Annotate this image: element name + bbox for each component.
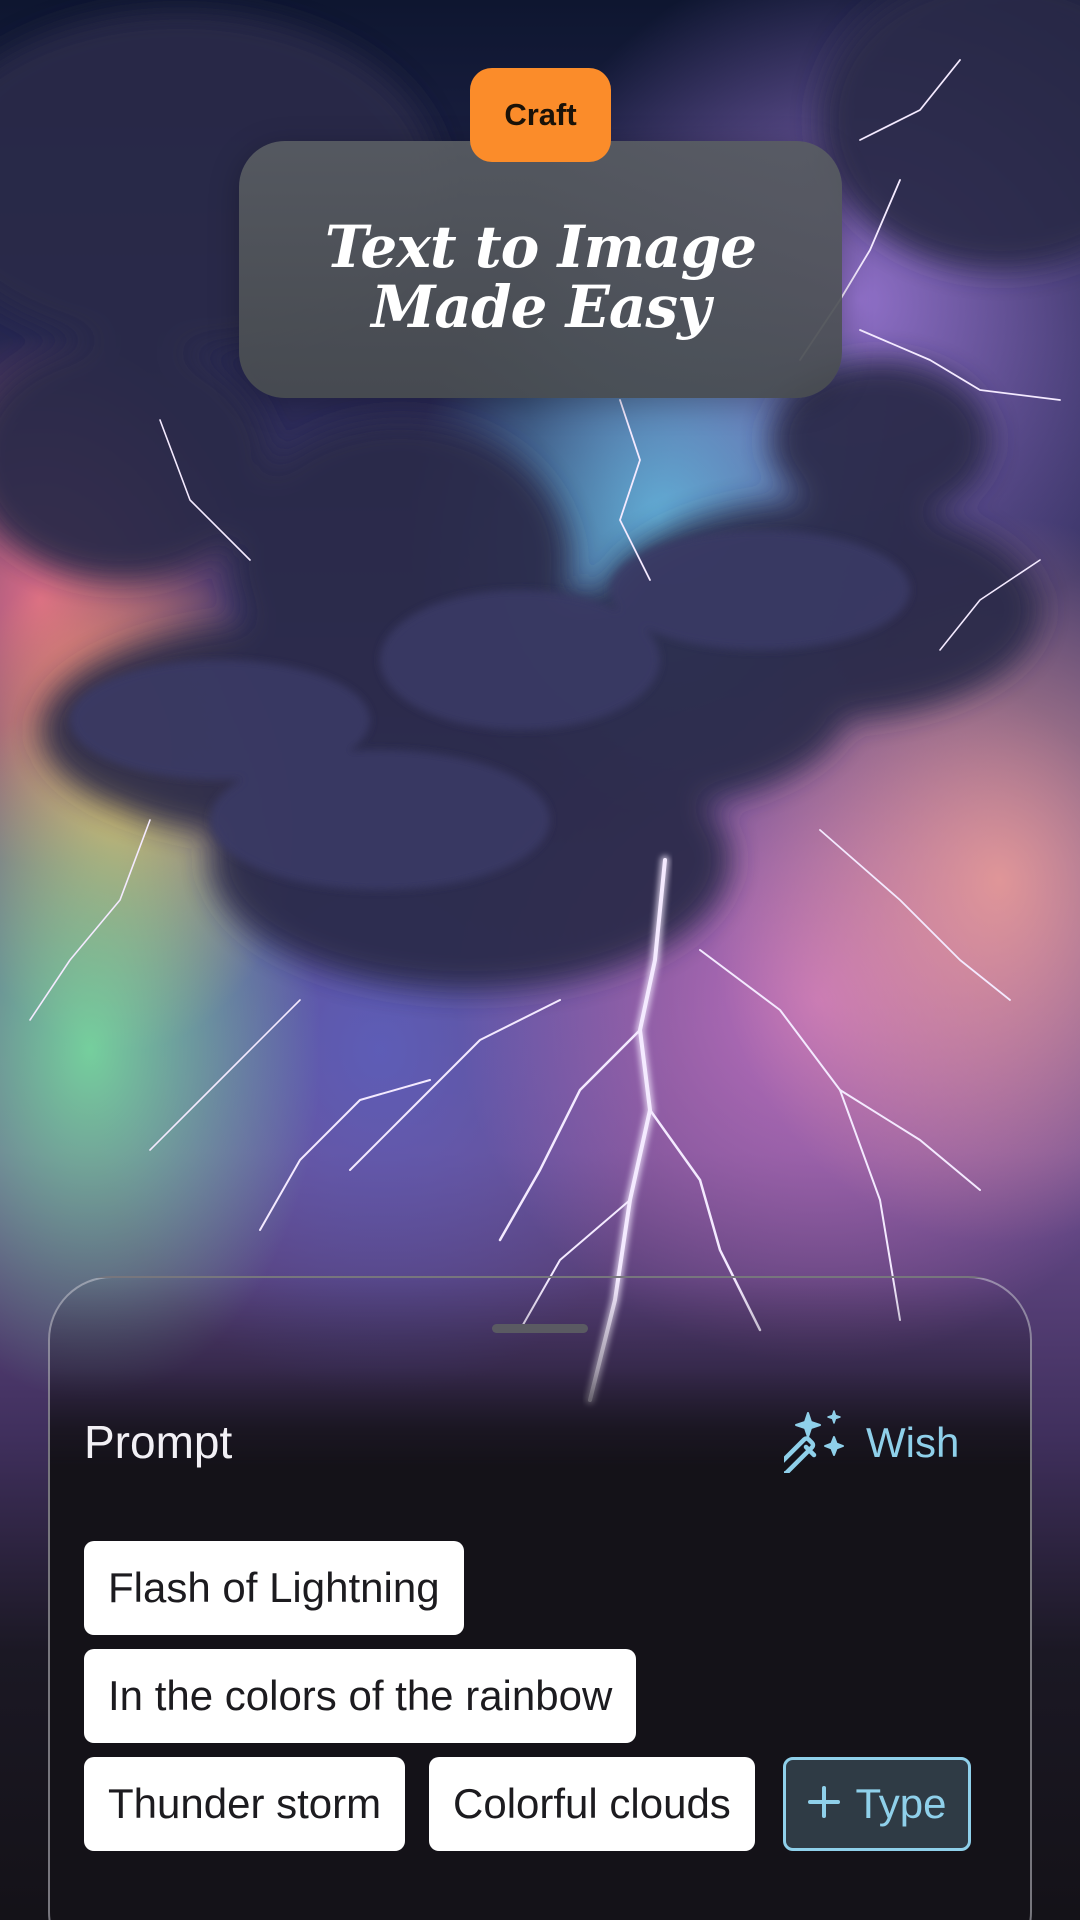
- screen: Craft Text to Image Made Easy Prompt Wis…: [0, 0, 1080, 1920]
- page-title: Text to Image Made Easy: [324, 212, 757, 341]
- add-prompt-label: Type: [855, 1780, 947, 1827]
- prompt-chip-colorful-clouds[interactable]: Colorful clouds: [429, 1757, 755, 1851]
- plus-icon: [807, 1785, 841, 1824]
- sheet-drag-handle[interactable]: [492, 1324, 588, 1333]
- craft-badge-label: Craft: [504, 97, 577, 132]
- prompt-heading: Prompt: [84, 1416, 233, 1468]
- prompt-chip-flash-of-lightning[interactable]: Flash of Lightning: [84, 1541, 464, 1635]
- craft-badge: Craft: [470, 68, 611, 162]
- magic-wand-sparkles-icon: [775, 1409, 848, 1478]
- wish-button-label: Wish: [866, 1419, 960, 1466]
- prompt-chip-rainbow-colors[interactable]: In the colors of the rainbow: [84, 1649, 637, 1743]
- add-prompt-button[interactable]: Type: [783, 1757, 971, 1851]
- prompt-chip-thunder-storm[interactable]: Thunder storm: [84, 1757, 406, 1851]
- title-card: Text to Image Made Easy: [239, 141, 842, 398]
- wish-button[interactable]: Wish: [775, 1408, 960, 1478]
